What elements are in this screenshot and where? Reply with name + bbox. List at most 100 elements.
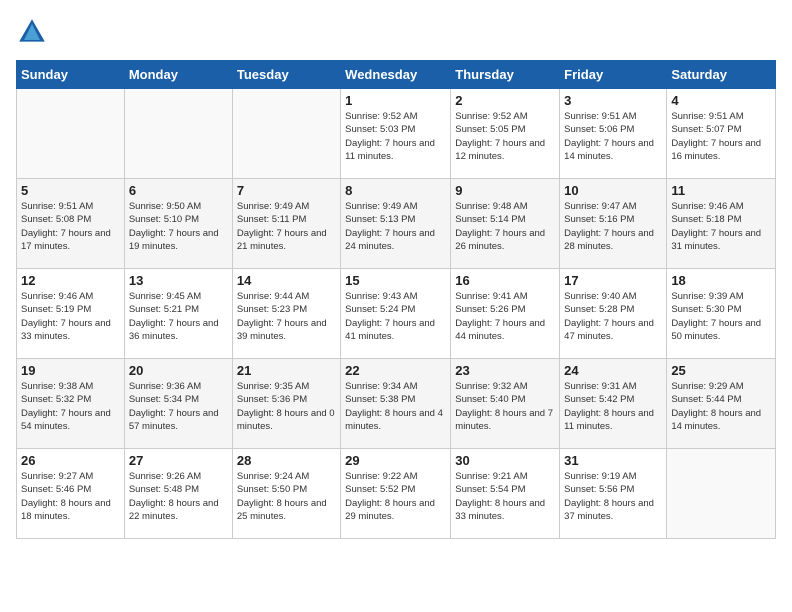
calendar-cell: 30 Sunrise: 9:21 AM Sunset: 5:54 PM Dayli… (451, 449, 560, 539)
calendar-cell: 3 Sunrise: 9:51 AM Sunset: 5:06 PM Daylig… (560, 89, 667, 179)
day-number: 6 (129, 183, 228, 198)
day-detail: Sunrise: 9:44 AM Sunset: 5:23 PM Dayligh… (237, 290, 336, 343)
day-detail: Sunrise: 9:50 AM Sunset: 5:10 PM Dayligh… (129, 200, 228, 253)
day-detail: Sunrise: 9:36 AM Sunset: 5:34 PM Dayligh… (129, 380, 228, 433)
calendar-week-row: 26Sunrise: 9:27 AM Sunset: 5:46 PM Dayli… (17, 449, 776, 539)
day-detail: Sunrise: 9:47 AM Sunset: 5:16 PM Dayligh… (564, 200, 662, 253)
calendar-cell: 18 Sunrise: 9:39 AM Sunset: 5:30 PM Dayli… (667, 269, 776, 359)
day-detail: Sunrise: 9:41 AM Sunset: 5:26 PM Dayligh… (455, 290, 555, 343)
calendar-cell: 9 Sunrise: 9:48 AM Sunset: 5:14 PM Daylig… (451, 179, 560, 269)
day-number: 4 (671, 93, 771, 108)
calendar-cell: 16Sunrise: 9:41 AM Sunset: 5:26 PM Dayli… (451, 269, 560, 359)
day-detail: Sunrise: 9:21 AM Sunset: 5:54 PM Dayligh… (455, 470, 555, 523)
day-detail: Sunrise: 9:29 AM Sunset: 5:44 PM Dayligh… (671, 380, 771, 433)
day-number: 19 (21, 363, 120, 378)
day-number: 9 (455, 183, 555, 198)
day-detail: Sunrise: 9:40 AM Sunset: 5:28 PM Dayligh… (564, 290, 662, 343)
day-detail: Sunrise: 9:35 AM Sunset: 5:36 PM Dayligh… (237, 380, 336, 433)
calendar-cell: 26Sunrise: 9:27 AM Sunset: 5:46 PM Dayli… (17, 449, 125, 539)
calendar-cell: 23 Sunrise: 9:32 AM Sunset: 5:40 PM Dayli… (451, 359, 560, 449)
calendar-week-row: 1Sunrise: 9:52 AM Sunset: 5:03 PM Daylig… (17, 89, 776, 179)
calendar-cell: 24 Sunrise: 9:31 AM Sunset: 5:42 PM Dayli… (560, 359, 667, 449)
day-detail: Sunrise: 9:46 AM Sunset: 5:19 PM Dayligh… (21, 290, 120, 343)
day-number: 8 (345, 183, 446, 198)
day-detail: Sunrise: 9:39 AM Sunset: 5:30 PM Dayligh… (671, 290, 771, 343)
calendar-cell: 25 Sunrise: 9:29 AM Sunset: 5:44 PM Dayli… (667, 359, 776, 449)
weekday-header-tuesday: Tuesday (232, 61, 340, 89)
day-detail: Sunrise: 9:49 AM Sunset: 5:13 PM Dayligh… (345, 200, 446, 253)
day-number: 30 (455, 453, 555, 468)
day-detail: Sunrise: 9:46 AM Sunset: 5:18 PM Dayligh… (671, 200, 771, 253)
day-number: 21 (237, 363, 336, 378)
day-number: 28 (237, 453, 336, 468)
calendar-cell: 4 Sunrise: 9:51 AM Sunset: 5:07 PM Daylig… (667, 89, 776, 179)
calendar-cell: 28 Sunrise: 9:24 AM Sunset: 5:50 PM Dayli… (232, 449, 340, 539)
calendar-cell: 27Sunrise: 9:26 AM Sunset: 5:48 PM Dayli… (124, 449, 232, 539)
day-number: 25 (671, 363, 771, 378)
weekday-header-friday: Friday (560, 61, 667, 89)
day-detail: Sunrise: 9:27 AM Sunset: 5:46 PM Dayligh… (21, 470, 120, 523)
weekday-header-thursday: Thursday (451, 61, 560, 89)
day-number: 5 (21, 183, 120, 198)
day-detail: Sunrise: 9:31 AM Sunset: 5:42 PM Dayligh… (564, 380, 662, 433)
day-detail: Sunrise: 9:49 AM Sunset: 5:11 PM Dayligh… (237, 200, 336, 253)
day-detail: Sunrise: 9:38 AM Sunset: 5:32 PM Dayligh… (21, 380, 120, 433)
calendar-cell: 13Sunrise: 9:45 AM Sunset: 5:21 PM Dayli… (124, 269, 232, 359)
day-detail: Sunrise: 9:45 AM Sunset: 5:21 PM Dayligh… (129, 290, 228, 343)
day-detail: Sunrise: 9:51 AM Sunset: 5:08 PM Dayligh… (21, 200, 120, 253)
day-number: 12 (21, 273, 120, 288)
calendar-cell: 21 Sunrise: 9:35 AM Sunset: 5:36 PM Dayli… (232, 359, 340, 449)
calendar-week-row: 19 Sunrise: 9:38 AM Sunset: 5:32 PM Dayli… (17, 359, 776, 449)
calendar-cell (667, 449, 776, 539)
calendar-cell: 22 Sunrise: 9:34 AM Sunset: 5:38 PM Dayli… (341, 359, 451, 449)
day-detail: Sunrise: 9:34 AM Sunset: 5:38 PM Dayligh… (345, 380, 446, 433)
day-detail: Sunrise: 9:52 AM Sunset: 5:03 PM Dayligh… (345, 110, 446, 163)
day-number: 31 (564, 453, 662, 468)
calendar-cell: 17 Sunrise: 9:40 AM Sunset: 5:28 PM Dayli… (560, 269, 667, 359)
calendar-cell: 8 Sunrise: 9:49 AM Sunset: 5:13 PM Daylig… (341, 179, 451, 269)
weekday-header-wednesday: Wednesday (341, 61, 451, 89)
day-number: 14 (237, 273, 336, 288)
calendar-cell: 19 Sunrise: 9:38 AM Sunset: 5:32 PM Dayli… (17, 359, 125, 449)
day-number: 2 (455, 93, 555, 108)
day-detail: Sunrise: 9:51 AM Sunset: 5:06 PM Dayligh… (564, 110, 662, 163)
calendar-table: SundayMondayTuesdayWednesdayThursdayFrid… (16, 60, 776, 539)
day-number: 29 (345, 453, 446, 468)
day-number: 24 (564, 363, 662, 378)
calendar-cell (124, 89, 232, 179)
day-number: 15 (345, 273, 446, 288)
day-number: 18 (671, 273, 771, 288)
day-number: 7 (237, 183, 336, 198)
calendar-cell: 11 Sunrise: 9:46 AM Sunset: 5:18 PM Dayli… (667, 179, 776, 269)
day-detail: Sunrise: 9:52 AM Sunset: 5:05 PM Dayligh… (455, 110, 555, 163)
calendar-cell: 10Sunrise: 9:47 AM Sunset: 5:16 PM Dayli… (560, 179, 667, 269)
day-detail: Sunrise: 9:48 AM Sunset: 5:14 PM Dayligh… (455, 200, 555, 253)
calendar-week-row: 5 Sunrise: 9:51 AM Sunset: 5:08 PM Daylig… (17, 179, 776, 269)
calendar-cell (232, 89, 340, 179)
day-detail: Sunrise: 9:24 AM Sunset: 5:50 PM Dayligh… (237, 470, 336, 523)
calendar-cell: 20Sunrise: 9:36 AM Sunset: 5:34 PM Dayli… (124, 359, 232, 449)
calendar-cell: 14 Sunrise: 9:44 AM Sunset: 5:23 PM Dayli… (232, 269, 340, 359)
day-detail: Sunrise: 9:32 AM Sunset: 5:40 PM Dayligh… (455, 380, 555, 433)
calendar-cell: 2 Sunrise: 9:52 AM Sunset: 5:05 PM Daylig… (451, 89, 560, 179)
day-number: 17 (564, 273, 662, 288)
day-number: 11 (671, 183, 771, 198)
day-number: 3 (564, 93, 662, 108)
weekday-header-monday: Monday (124, 61, 232, 89)
calendar-cell: 1Sunrise: 9:52 AM Sunset: 5:03 PM Daylig… (341, 89, 451, 179)
day-detail: Sunrise: 9:51 AM Sunset: 5:07 PM Dayligh… (671, 110, 771, 163)
weekday-header-saturday: Saturday (667, 61, 776, 89)
day-detail: Sunrise: 9:43 AM Sunset: 5:24 PM Dayligh… (345, 290, 446, 343)
day-number: 27 (129, 453, 228, 468)
calendar-cell (17, 89, 125, 179)
page-header (16, 16, 776, 48)
day-number: 22 (345, 363, 446, 378)
calendar-cell: 31Sunrise: 9:19 AM Sunset: 5:56 PM Dayli… (560, 449, 667, 539)
calendar-cell: 29 Sunrise: 9:22 AM Sunset: 5:52 PM Dayli… (341, 449, 451, 539)
calendar-cell: 15 Sunrise: 9:43 AM Sunset: 5:24 PM Dayli… (341, 269, 451, 359)
day-number: 23 (455, 363, 555, 378)
logo (16, 16, 52, 48)
calendar-cell: 6 Sunrise: 9:50 AM Sunset: 5:10 PM Daylig… (124, 179, 232, 269)
calendar-cell: 7 Sunrise: 9:49 AM Sunset: 5:11 PM Daylig… (232, 179, 340, 269)
day-detail: Sunrise: 9:22 AM Sunset: 5:52 PM Dayligh… (345, 470, 446, 523)
